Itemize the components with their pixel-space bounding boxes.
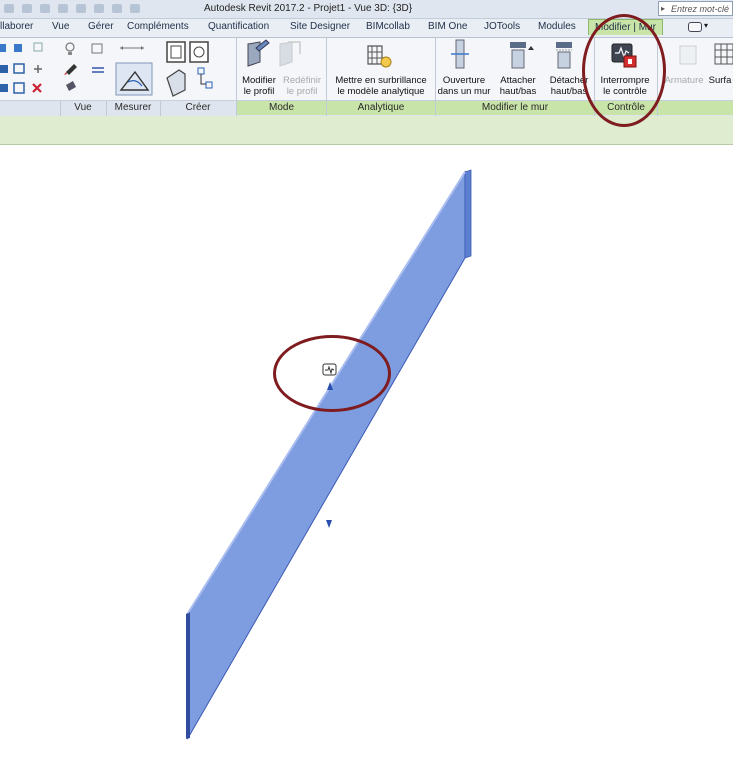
modifier-profil-label-1: Modifier	[242, 75, 276, 86]
panel-label-bar: Vue Mesurer Créer Mode Analytique Modifi…	[0, 100, 733, 117]
detach-top-base-icon[interactable]	[556, 42, 572, 69]
panel-analytique: Analytique	[327, 101, 435, 115]
interrompre-label-2: le contrôle	[603, 86, 647, 97]
vue-tools-icon[interactable]	[64, 42, 104, 91]
monitor-constraint-icon[interactable]	[322, 363, 337, 376]
ribbon-display-toggle[interactable]: ▾	[688, 21, 716, 34]
tab-vue[interactable]: Vue	[52, 21, 69, 32]
wall-3d-model[interactable]	[0, 146, 733, 768]
wall-face[interactable]	[187, 170, 466, 740]
surface-label: Surfa	[708, 75, 732, 86]
ribbon: Modifier le profil Redéfinir le profil M…	[0, 38, 733, 100]
chevron-down-icon[interactable]: ▾	[704, 21, 708, 30]
attach-button[interactable]: Attacher haut/bas	[492, 75, 544, 97]
tab-quantification[interactable]: Quantification	[208, 21, 269, 32]
redefinir-profil-button: Redéfinir le profil	[281, 75, 323, 97]
modifier-profil-button[interactable]: Modifier le profil	[238, 75, 280, 97]
flip-arrow-down[interactable]	[326, 520, 332, 528]
3d-view-canvas[interactable]	[0, 146, 733, 768]
redefinir-profil-label-2: le profil	[286, 86, 318, 97]
analytical-highlight-icon[interactable]	[367, 45, 392, 68]
tab-complements[interactable]: Compléments	[127, 21, 189, 32]
surbrillance-label-2: le modèle analytique	[337, 86, 425, 97]
search-box[interactable]: ▸	[658, 1, 733, 16]
copy-tools-icon[interactable]	[0, 42, 43, 94]
attach-top-base-icon[interactable]	[510, 42, 534, 69]
surbrillance-label-1: Mettre en surbrillance	[335, 75, 427, 86]
detacher-label-2: haut/bas	[550, 86, 588, 97]
interrupt-monitoring-button[interactable]: Interrompre le contrôle	[595, 75, 655, 97]
expand-arrow-icon[interactable]: ▸	[661, 4, 665, 13]
search-input[interactable]	[671, 2, 733, 15]
ouverture-label-2: dans un mur	[437, 86, 491, 97]
wall-opening-button[interactable]: Ouverture dans un mur	[437, 75, 491, 97]
tab-bimcollab[interactable]: BIMcollab	[366, 21, 410, 32]
title-bar: Autodesk Revit 2017.2 - Projet1 - Vue 3D…	[0, 0, 733, 19]
interrupt-monitoring-icon[interactable]	[611, 43, 637, 68]
minimize-ribbon-icon[interactable]	[688, 22, 702, 32]
modifier-profil-label-2: le profil	[243, 86, 275, 97]
quick-access-toolbar[interactable]	[0, 2, 180, 15]
measure-tools-icon[interactable]	[115, 46, 153, 96]
wall-right-edge	[464, 169, 472, 259]
wall-opening-icon[interactable]	[451, 39, 469, 69]
surface-grid-icon[interactable]	[714, 43, 733, 65]
reset-profile-icon	[279, 41, 301, 67]
edit-profile-icon[interactable]	[247, 39, 270, 67]
rebar-button: Armature	[662, 75, 706, 86]
panel-controle: Contrôle	[595, 101, 657, 115]
options-bar	[0, 116, 733, 145]
ribbon-tabs: llaborer Vue Gérer Compléments Quantific…	[0, 19, 733, 38]
rebar-icon	[679, 45, 697, 65]
wall-left-edge	[186, 612, 190, 739]
tab-jotools[interactable]: JOTools	[484, 21, 520, 32]
tab-modules[interactable]: Modules	[538, 21, 576, 32]
ouverture-label-1: Ouverture	[442, 75, 486, 86]
detach-button[interactable]: Détacher haut/bas	[545, 75, 593, 97]
wall-top-edge	[187, 171, 466, 614]
panel-extra	[658, 101, 733, 115]
window-title: Autodesk Revit 2017.2 - Projet1 - Vue 3D…	[204, 3, 413, 14]
panel-vue: Vue	[74, 102, 92, 113]
tab-bim-one[interactable]: BIM One	[428, 21, 467, 32]
tab-site-designer[interactable]: Site Designer	[290, 21, 350, 32]
interrompre-label-1: Interrompre	[600, 75, 650, 86]
tab-modifier-mur[interactable]: Modifier | Mur	[588, 19, 663, 35]
highlight-analytical-button[interactable]: Mettre en surbrillance le modèle analyti…	[329, 75, 433, 97]
surface-button[interactable]: Surfa	[707, 75, 733, 86]
panel-mode: Mode	[237, 101, 326, 115]
panel-modifier-mur: Modifier le mur	[436, 101, 594, 115]
attacher-label-1: Attacher	[500, 75, 536, 86]
tab-collaborer[interactable]: llaborer	[0, 21, 33, 32]
create-tools-icon[interactable]	[166, 41, 213, 97]
panel-mesurer: Mesurer	[114, 102, 152, 113]
armature-label: Armature	[664, 75, 704, 86]
redefinir-profil-label-1: Redéfinir	[282, 75, 322, 86]
detacher-label-1: Détacher	[549, 75, 589, 86]
attacher-label-2: haut/bas	[499, 86, 537, 97]
panel-creer: Créer	[185, 102, 211, 113]
tab-gerer[interactable]: Gérer	[88, 21, 114, 32]
